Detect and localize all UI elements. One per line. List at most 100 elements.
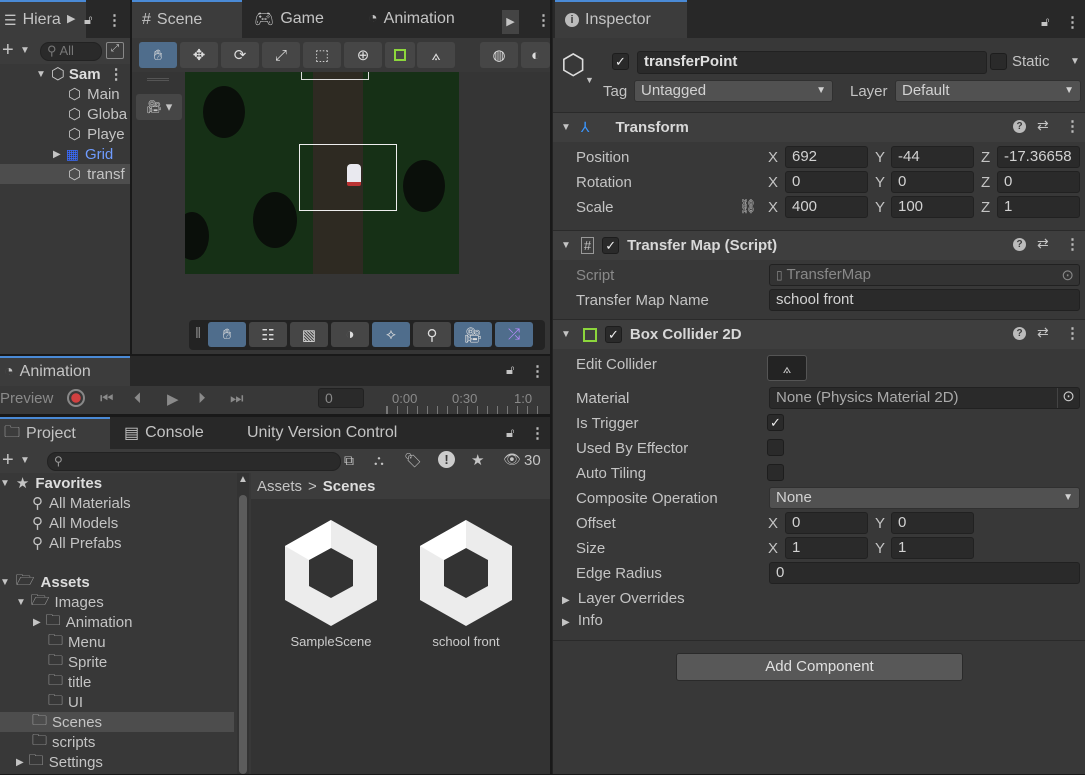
position-x-field[interactable]: 692 <box>785 146 868 168</box>
position-y-field[interactable]: -44 <box>891 146 974 168</box>
chevron-down-icon[interactable]: ▼ <box>20 455 30 466</box>
chevron-down-icon[interactable]: ▼ <box>20 45 30 56</box>
drag-handle-icon[interactable]: ‖ <box>195 325 201 342</box>
more-icon[interactable]: ⋮ <box>107 11 122 29</box>
tab-animation-panel[interactable]: ◔ Animation <box>0 356 130 386</box>
favorite-item[interactable]: ⚲ All Materials <box>0 493 250 513</box>
tab-unity-version-control[interactable]: Unity Version Control <box>237 417 407 449</box>
timeline-ruler[interactable]: 0:00 0:30 1:0 <box>372 386 550 414</box>
used-by-effector-checkbox[interactable] <box>767 439 784 456</box>
component-more-icon[interactable]: ⋮ <box>1065 324 1080 342</box>
pivot-toggle-button[interactable]: ◐ <box>521 42 550 68</box>
layer-overrides-foldout[interactable]: ▶ Layer Overrides <box>562 590 685 607</box>
more-icon[interactable]: ⋮ <box>1065 13 1080 31</box>
frame-input[interactable]: 0 <box>318 388 364 408</box>
overlay-shuffle-button[interactable]: ⤮ <box>495 322 533 347</box>
constrain-link-icon[interactable]: ⛓︎ <box>739 198 757 215</box>
folder-item-images[interactable]: ▼ 🗁 Images <box>0 592 250 612</box>
lock-icon[interactable]: 🔓︎ <box>506 425 514 441</box>
tab-project[interactable]: 🗀 Project <box>0 417 110 449</box>
edge-radius-field[interactable]: 0 <box>769 562 1080 584</box>
rotation-y-field[interactable]: 0 <box>891 171 974 193</box>
favorite-item[interactable]: ⚲ All Prefabs <box>0 533 250 553</box>
add-icon[interactable]: + <box>2 39 14 62</box>
active-checkbox[interactable]: ✓ <box>612 53 629 70</box>
overlay-hand-button[interactable]: ✋︎ <box>208 322 246 347</box>
help-icon[interactable]: ? <box>1013 327 1026 340</box>
box-collider-enabled-checkbox[interactable]: ✓ <box>604 326 622 343</box>
edit-collider-button[interactable]: ⟑ <box>767 355 807 381</box>
breadcrumb-assets[interactable]: Assets <box>257 478 302 495</box>
scale-y-field[interactable]: 100 <box>891 196 974 218</box>
filter-label-icon[interactable]: 🏷︎ <box>404 452 422 469</box>
play-icon[interactable]: ▶ <box>167 390 179 408</box>
rotation-z-field[interactable]: 0 <box>997 171 1080 193</box>
preset-icon[interactable]: ⇄ <box>1037 235 1049 252</box>
asset-tile-samplescene[interactable]: SampleScene <box>271 518 391 658</box>
layer-dropdown[interactable]: Default ▼ <box>895 80 1081 102</box>
lock-icon[interactable]: 🔓︎ <box>84 12 92 28</box>
lock-icon[interactable]: 🔓︎ <box>506 362 514 378</box>
scale-x-field[interactable]: 400 <box>785 196 868 218</box>
overlay-search-button[interactable]: ⚲ <box>413 322 451 347</box>
overlay-camera-button[interactable]: 🎥︎ <box>454 322 492 347</box>
folder-item-sprite[interactable]: 🗀 Sprite <box>0 652 250 672</box>
breadcrumb-scenes[interactable]: Scenes <box>323 478 376 495</box>
static-checkbox[interactable] <box>990 53 1007 70</box>
tab-overflow-button[interactable]: ▶ <box>502 10 519 34</box>
preset-icon[interactable]: ⇄ <box>1037 324 1049 341</box>
folder-item-animation[interactable]: ▶ 🗀 Animation <box>0 612 250 632</box>
warning-icon[interactable]: ! <box>438 451 455 468</box>
transform-header[interactable]: ▼ ⅄ Transform <box>553 112 1085 142</box>
next-frame-icon[interactable]: ⏵ <box>198 390 206 407</box>
folder-item-title[interactable]: 🗀 title <box>0 672 250 692</box>
preset-icon[interactable]: ⇄ <box>1037 117 1049 134</box>
folder-tree-scrollbar[interactable]: ▲ <box>237 473 249 774</box>
auto-tiling-checkbox[interactable] <box>767 464 784 481</box>
favorite-star-icon[interactable]: ★ <box>471 451 484 469</box>
box-collider-header[interactable]: ▼ ✓ Box Collider 2D <box>553 319 1085 349</box>
scale-tool-button[interactable]: ⤢ <box>262 42 300 68</box>
rect-tool-button[interactable]: ⬚ <box>303 42 341 68</box>
size-y-field[interactable]: 1 <box>891 537 974 559</box>
move-tool-button[interactable]: ✥ <box>180 42 218 68</box>
info-foldout[interactable]: ▶ Info <box>562 612 603 629</box>
hierarchy-item-global[interactable]: ⬡ Globa <box>0 104 130 124</box>
object-name-field[interactable]: transferPoint <box>637 51 987 74</box>
favorites-header[interactable]: ▼ ★ Favorites <box>0 473 250 493</box>
add-component-button[interactable]: Add Component <box>676 653 963 681</box>
folder-item-menu[interactable]: 🗀 Menu <box>0 632 250 652</box>
scene-viewport[interactable]: 🎥︎ ▾ ‖ ✋︎ ☷ ▧ ◑ ⟡ ⚲ 🎥︎ ⤮ <box>132 72 550 354</box>
is-trigger-checkbox[interactable]: ✓ <box>767 414 784 431</box>
size-x-field[interactable]: 1 <box>785 537 868 559</box>
tag-dropdown[interactable]: Untagged ▼ <box>634 80 833 102</box>
prev-frame-icon[interactable]: ⏴ <box>134 390 142 407</box>
hierarchy-item-player[interactable]: ⬡ Playe <box>0 124 130 144</box>
search-input[interactable]: ⚲ All <box>40 42 102 61</box>
static-dropdown-icon[interactable]: ▼ <box>1070 56 1080 67</box>
transfer-map-header[interactable]: ▼ # ✓ Transfer Map (Script) <box>553 230 1085 260</box>
project-search-input[interactable]: ⚲ <box>47 452 341 471</box>
chevron-down-icon[interactable]: ▼ <box>585 75 594 85</box>
help-icon[interactable]: ? <box>1013 238 1026 251</box>
rotate-tool-button[interactable]: ⟳ <box>221 42 259 68</box>
scene-more-icon[interactable]: ⋮ <box>109 65 124 83</box>
more-icon[interactable]: ⋮ <box>530 362 545 380</box>
hand-tool-button[interactable]: ✋︎ <box>139 42 177 68</box>
transform-tool-button[interactable]: ⊕ <box>344 42 382 68</box>
lock-icon[interactable]: 🔓︎ <box>1041 14 1049 30</box>
last-frame-icon[interactable]: ⏭ <box>230 390 244 407</box>
offset-y-field[interactable]: 0 <box>891 512 974 534</box>
tab-inspector[interactable]: i Inspector <box>555 0 687 38</box>
position-z-field[interactable]: -17.36658 <box>997 146 1080 168</box>
transfer-map-enabled-checkbox[interactable]: ✓ <box>602 237 620 254</box>
global-toggle-button[interactable]: ◍ <box>480 42 518 68</box>
tab-game[interactable]: 🎮︎ Game <box>244 0 334 38</box>
asset-tile-school-front[interactable]: school front <box>406 518 526 658</box>
search-by-type-icon[interactable]: ⧉ <box>344 452 354 469</box>
preview-button[interactable]: Preview <box>0 390 53 407</box>
record-icon[interactable] <box>67 389 85 407</box>
visibility-eye-icon[interactable]: 👁︎ <box>503 451 521 468</box>
scene-visibility-icon[interactable]: ⤢ <box>106 42 124 59</box>
filter-type-icon[interactable]: ⛬ <box>374 452 384 469</box>
